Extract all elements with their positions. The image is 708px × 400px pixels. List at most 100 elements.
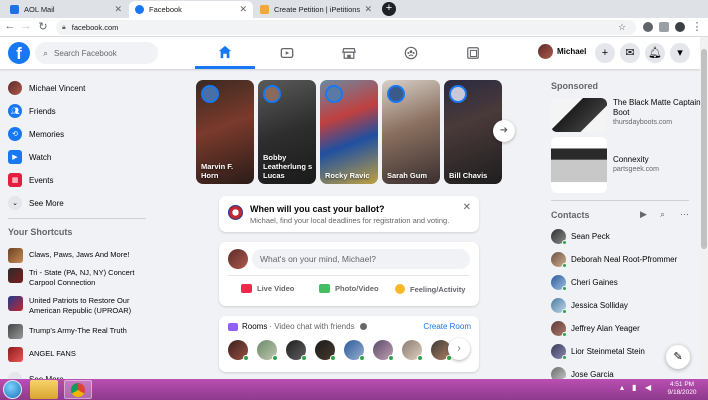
contact-item[interactable]: Sean Peck xyxy=(551,229,610,245)
profile-icon[interactable] xyxy=(675,22,685,32)
url-text: facebook.com xyxy=(71,23,119,32)
nav-groups[interactable] xyxy=(381,37,441,69)
chrome-taskbar-icon[interactable] xyxy=(64,380,92,399)
contact-item[interactable]: Lior Steinmetal Stein xyxy=(551,344,645,360)
extension-icon[interactable] xyxy=(643,22,653,32)
avatar[interactable] xyxy=(228,249,248,269)
puzzle-icon[interactable] xyxy=(659,22,669,32)
notifications-button[interactable]: 🔔︎ xyxy=(645,43,665,63)
sidebar-item-events[interactable]: ▦ Events xyxy=(8,170,53,190)
nav-marketplace[interactable] xyxy=(319,37,379,69)
whats-on-your-mind-input[interactable]: What's on your mind, Michael? xyxy=(252,249,470,269)
reload-icon[interactable]: ↻ xyxy=(36,20,50,33)
tab-title: Facebook xyxy=(149,5,182,14)
contact-item[interactable]: Cheri Gaines xyxy=(551,275,618,291)
clock-time: 4:51 PM xyxy=(669,381,695,388)
story-name: Bobby Leatherlung s Lucas xyxy=(263,153,313,180)
group-thumbnail xyxy=(8,324,23,339)
file-explorer-taskbar-icon[interactable] xyxy=(30,380,58,399)
messenger-button[interactable]: ✉ xyxy=(620,43,640,63)
tab-ipetitions[interactable]: Create Petition | iPetitions ✕ xyxy=(254,1,378,18)
close-tab-icon[interactable]: ✕ xyxy=(239,4,247,15)
sidebar-see-more[interactable]: ⌄ See More xyxy=(8,193,64,213)
create-button[interactable]: + xyxy=(595,43,615,63)
room-friend-avatar[interactable] xyxy=(344,340,365,361)
room-friend-avatar[interactable] xyxy=(315,340,336,361)
start-button[interactable] xyxy=(3,380,22,399)
account-menu-button[interactable]: ▾ xyxy=(670,43,690,63)
room-friend-avatar[interactable] xyxy=(228,340,249,361)
ballot-text[interactable]: Michael, find your local deadlines for r… xyxy=(250,216,449,225)
more-options-icon[interactable]: ⋯ xyxy=(680,209,689,220)
rooms-next-button[interactable]: › xyxy=(448,338,470,360)
contact-item[interactable]: Deborah Neal Root-Pfrommer xyxy=(551,252,677,268)
new-message-button[interactable]: ✎ xyxy=(666,345,690,369)
search-input[interactable]: ⌕ Search Facebook xyxy=(35,42,158,64)
sidebar-item-profile[interactable]: Michael Vincent xyxy=(8,78,85,98)
online-indicator xyxy=(562,309,567,314)
info-icon[interactable] xyxy=(359,323,367,330)
story-card[interactable]: Marvin F. Horn xyxy=(196,80,254,184)
search-icon[interactable]: ⌕ xyxy=(660,209,665,220)
messenger-icon: ✉ xyxy=(625,47,635,59)
online-indicator xyxy=(562,286,567,291)
story-card[interactable]: Bobby Leatherlung s Lucas xyxy=(258,80,316,184)
nav-gaming[interactable] xyxy=(443,37,503,69)
room-friend-avatar[interactable] xyxy=(373,340,394,361)
facebook-logo[interactable]: f xyxy=(8,42,30,64)
tray-arrow-icon[interactable]: ▴ xyxy=(620,383,624,392)
page-scrollbar[interactable] xyxy=(700,37,708,377)
shortcut-item[interactable]: United Patriots to Restore Our American … xyxy=(8,296,148,316)
shortcut-item[interactable]: ANGEL FANS xyxy=(8,347,148,362)
create-room-link[interactable]: Create Room xyxy=(423,322,471,331)
volume-icon[interactable]: ◀ xyxy=(645,383,651,392)
sponsored-ad[interactable]: Connexity partsgeek.com xyxy=(551,137,659,193)
shortcut-item[interactable]: Trump's Army-The Real Truth xyxy=(8,324,148,339)
profile-shortcut[interactable]: Michael xyxy=(538,44,586,59)
tab-aol-mail[interactable]: AOL Mail ✕ xyxy=(4,1,128,18)
system-clock[interactable]: 4:51 PM 9/18/2020 xyxy=(664,381,700,397)
room-friend-avatar[interactable] xyxy=(257,340,278,361)
stories-next-button[interactable]: ➜ xyxy=(493,120,515,142)
forward-icon[interactable]: → xyxy=(19,20,33,32)
room-friend-avatar[interactable] xyxy=(286,340,307,361)
feeling-activity-button[interactable]: Feeling/Activity xyxy=(395,284,465,294)
contact-name: Jessica Solliday xyxy=(571,301,628,310)
group-thumbnail xyxy=(8,248,23,263)
shortcut-label: United Patriots to Restore Our American … xyxy=(29,296,132,315)
room-friend-avatar[interactable] xyxy=(402,340,423,361)
live-video-button[interactable]: Live Video xyxy=(241,284,294,293)
sidebar-item-watch[interactable]: ▶ Watch xyxy=(8,147,51,167)
url-bar[interactable]: 🔒︎ facebook.com xyxy=(56,20,636,35)
story-card[interactable]: Rocky Ravic xyxy=(320,80,378,184)
close-tab-icon[interactable]: ✕ xyxy=(114,4,122,15)
new-tab-button[interactable]: + xyxy=(382,2,396,16)
scrollbar-thumb[interactable] xyxy=(701,49,707,249)
more-menu-icon[interactable]: ⋮ xyxy=(690,20,704,33)
new-room-icon[interactable]: ▶ xyxy=(640,209,647,220)
sponsored-ad[interactable]: The Black Matte Captain Boot thursdayboo… xyxy=(551,98,708,132)
tab-facebook[interactable]: Facebook ✕ xyxy=(129,1,253,18)
online-indicator xyxy=(243,355,249,361)
photo-video-button[interactable]: Photo/Video xyxy=(319,284,379,293)
sidebar-item-memories[interactable]: ⟲ Memories xyxy=(8,124,64,144)
close-icon[interactable]: ✕ xyxy=(463,202,471,213)
user-name: Michael xyxy=(557,47,587,56)
bell-icon: 🔔︎ xyxy=(648,47,662,59)
group-thumbnail xyxy=(8,296,23,311)
contact-item[interactable]: Jeffrey Alan Yeager xyxy=(551,321,640,337)
voting-reminder-card: When will you cast your ballot? Michael,… xyxy=(219,196,479,232)
shortcut-item[interactable]: Claws, Paws, Jaws And More! xyxy=(8,248,148,263)
sidebar-item-friends[interactable]: 👥︎ Friends xyxy=(8,101,56,121)
tab-title: Create Petition | iPetitions xyxy=(274,5,361,14)
shortcut-item[interactable]: Tri - State (PA, NJ, NY) Concert Carpool… xyxy=(8,268,148,288)
nav-home[interactable] xyxy=(195,37,255,69)
network-icon[interactable]: ▮ xyxy=(632,383,636,392)
chrome-icon xyxy=(71,383,85,397)
back-icon[interactable]: ← xyxy=(3,20,17,32)
nav-watch[interactable] xyxy=(257,37,317,69)
contact-item[interactable]: Jessica Solliday xyxy=(551,298,628,314)
story-card[interactable]: Sarah Gum xyxy=(382,80,440,184)
bookmark-star-icon[interactable]: ☆ xyxy=(618,22,626,33)
close-tab-icon[interactable]: ✕ xyxy=(364,4,372,15)
